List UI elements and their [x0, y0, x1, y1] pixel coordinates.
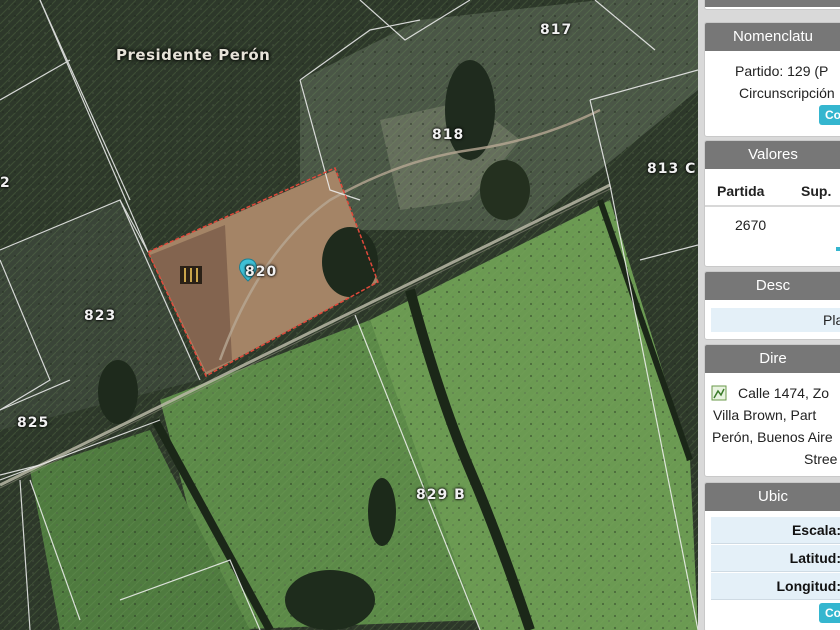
- info-panel: Nomenclatu Partido: 129 (P Circunscripci…: [698, 0, 840, 630]
- ubicacion-copy-button[interactable]: Co: [819, 603, 840, 623]
- parcel-label-823: 823: [84, 308, 117, 324]
- parcel-label-813c: 813 C: [647, 161, 697, 177]
- descripcion-value-row: Pla: [711, 308, 840, 332]
- top-card-clipped: [704, 0, 840, 10]
- parcel-label-829b: 829 B: [416, 487, 466, 503]
- direccion-line-1: Calle 1474, Zo: [738, 385, 830, 401]
- valores-indicator: [836, 247, 840, 251]
- direccion-title: Dire: [705, 345, 840, 373]
- map-icon: [711, 385, 727, 401]
- parcel-label-825: 825: [17, 415, 50, 431]
- direccion-line-4: Stree: [804, 451, 838, 467]
- col-partida: Partida: [717, 183, 765, 199]
- valores-title: Valores: [705, 141, 840, 169]
- parcel-hatch-icon: [180, 266, 202, 284]
- escala-label: Escala:: [791, 522, 840, 538]
- descripcion-card: Desc Pla: [704, 271, 840, 340]
- longitud-label: Longitud:: [776, 578, 840, 594]
- col-sup: Sup.: [801, 183, 832, 199]
- nomenclatura-card: Nomenclatu Partido: 129 (P Circunscripci…: [704, 22, 840, 137]
- ubicacion-card: Ubic Escala: Latitud: Longitud: Co: [704, 482, 840, 630]
- direccion-line-3: Perón, Buenos Aire: [712, 429, 833, 445]
- escala-row: Escala:: [711, 517, 840, 544]
- satellite-map[interactable]: Presidente Perón 817 818 813 C 820 823 8…: [0, 0, 698, 630]
- descripcion-title: Desc: [705, 272, 840, 300]
- latitud-row: Latitud:: [711, 545, 840, 572]
- parcel-label-818: 818: [432, 127, 465, 143]
- top-card-header: [705, 0, 840, 7]
- parcel-label-820: 820: [245, 264, 278, 280]
- partida-value: 2670: [735, 217, 767, 233]
- valores-table-header: Partida Sup.: [705, 169, 840, 207]
- place-label: Presidente Perón: [116, 46, 271, 64]
- parcel-label-partial: 2: [0, 175, 11, 191]
- latitud-label: Latitud:: [789, 550, 840, 566]
- ubicacion-title: Ubic: [705, 483, 840, 511]
- direccion-line-2: Villa Brown, Part: [713, 407, 817, 423]
- valores-card: Valores Partida Sup. 2670: [704, 140, 840, 267]
- nomenclatura-title: Nomenclatu: [705, 23, 840, 51]
- longitud-row: Longitud:: [711, 573, 840, 600]
- parcel-label-817: 817: [540, 22, 573, 38]
- nomenclatura-copy-button[interactable]: Co: [819, 105, 840, 125]
- nomenclatura-circunscripcion: Circunscripción: [739, 85, 835, 101]
- nomenclatura-partido: Partido: 129 (P: [735, 63, 829, 79]
- direccion-card: Dire Calle 1474, Zo Villa Brown, Part Pe…: [704, 344, 840, 477]
- descripcion-value: Pla: [823, 312, 840, 328]
